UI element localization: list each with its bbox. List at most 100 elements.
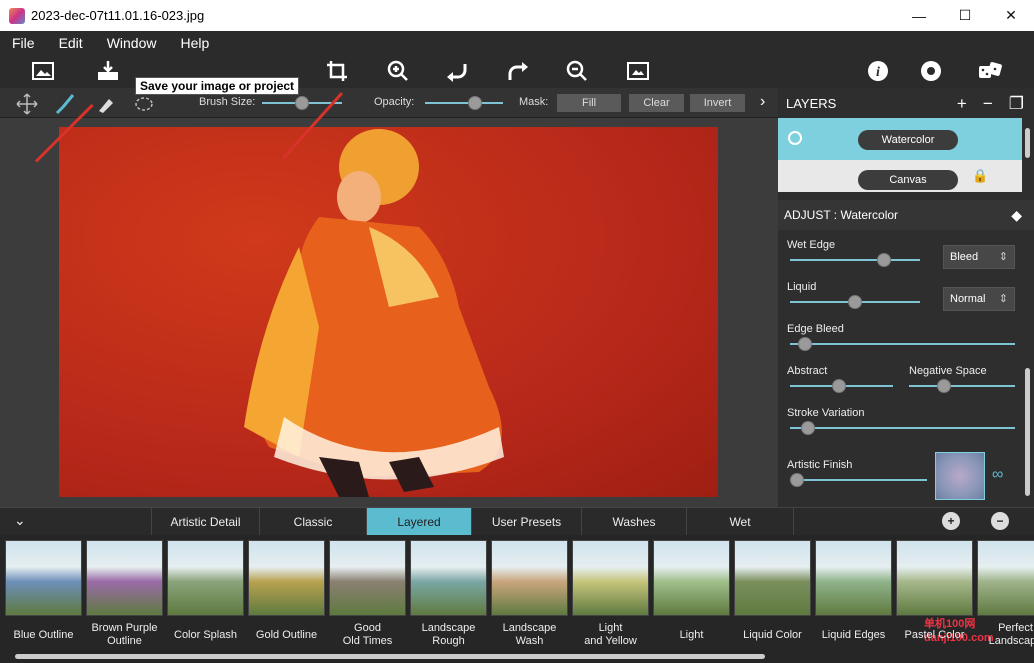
opacity-label: Opacity: [374, 96, 415, 108]
preset-thumbnail[interactable] [653, 540, 730, 616]
tab-user-presets[interactable]: User Presets [471, 508, 581, 536]
remove-layer-icon[interactable]: − [983, 94, 993, 114]
minimize-button[interactable]: — [896, 0, 942, 31]
fit-image-icon[interactable] [623, 58, 653, 84]
mask-clear-button[interactable]: Clear [629, 94, 684, 112]
menu-window[interactable]: Window [107, 35, 157, 51]
mask-invert-button[interactable]: Invert [690, 94, 745, 112]
artistic-finish-label: Artistic Finish [787, 459, 853, 471]
preset-thumbnail[interactable] [167, 540, 244, 616]
opacity-slider[interactable] [425, 96, 503, 110]
stroke-variation-slider[interactable] [790, 421, 1015, 435]
abstract-slider[interactable] [790, 379, 893, 393]
preset-thumbnail[interactable] [329, 540, 406, 616]
tab-wet[interactable]: Wet [686, 508, 794, 536]
settings-icon[interactable] [916, 58, 946, 84]
adjust-scrollbar[interactable] [1025, 368, 1030, 496]
eraser-tool-icon[interactable] [90, 91, 120, 117]
random-dice-icon[interactable] [975, 58, 1005, 84]
preset-thumbnail[interactable] [572, 540, 649, 616]
menu-edit[interactable]: Edit [59, 35, 83, 51]
options-bar: Brush Size: Opacity: Mask: Fill Clear In… [0, 88, 778, 118]
brush-tool-icon[interactable] [50, 91, 80, 117]
undo-icon[interactable] [442, 58, 472, 84]
liquid-slider[interactable] [790, 295, 920, 309]
preset-label: Liquid Color [743, 629, 802, 641]
app-icon [9, 7, 25, 24]
tab-washes[interactable]: Washes [581, 508, 686, 536]
remove-preset-icon[interactable]: − [991, 512, 1009, 530]
redo-icon[interactable] [503, 58, 533, 84]
save-tooltip: Save your image or project [135, 77, 300, 95]
wet-edge-mode-select[interactable]: Bleed [943, 245, 1015, 269]
preset-tabs-bar: ⌄ Artistic Detail Classic Layered User P… [0, 507, 1034, 536]
svg-text:i: i [876, 65, 880, 80]
brush-size-label: Brush Size: [199, 96, 256, 108]
preset-thumbnail[interactable] [734, 540, 811, 616]
negative-space-slider[interactable] [909, 379, 1015, 393]
tab-classic[interactable]: Classic [259, 508, 366, 536]
open-image-icon[interactable] [28, 58, 58, 84]
zoom-in-icon[interactable] [383, 58, 413, 84]
preset-label: Blue Outline [13, 629, 74, 641]
liquid-label: Liquid [787, 281, 817, 293]
close-button[interactable]: ✕ [988, 0, 1034, 31]
stroke-variation-label: Stroke Variation [787, 407, 865, 419]
presets-scrollbar[interactable] [15, 654, 765, 659]
preset-thumbnail[interactable] [86, 540, 163, 616]
preset-label: Brown Purple Outline [91, 622, 158, 647]
presets-icon[interactable]: ◆ [1011, 207, 1022, 224]
edge-bleed-slider[interactable] [790, 337, 1015, 351]
preset-label: Good Old Times [342, 622, 393, 647]
chevron-right-icon[interactable]: › [760, 93, 765, 111]
preset-thumbnail[interactable] [896, 540, 973, 616]
wet-edge-label: Wet Edge [787, 239, 836, 251]
preset-label: Landscape Rough [421, 622, 476, 647]
preset-thumbnail[interactable] [491, 540, 568, 616]
lock-icon[interactable]: 🔒 [972, 168, 988, 184]
preset-label: Liquid Edges [821, 629, 886, 641]
preset-label: Color Splash [174, 629, 237, 641]
wet-edge-slider[interactable] [790, 253, 920, 267]
zoom-out-icon[interactable] [562, 58, 592, 84]
maximize-button[interactable]: ☐ [942, 0, 988, 31]
duplicate-layer-icon[interactable]: ❐ [1009, 94, 1024, 114]
tab-layered[interactable]: Layered [366, 508, 471, 536]
abstract-label: Abstract [787, 365, 828, 377]
move-tool-icon[interactable] [12, 91, 42, 117]
window-title: 2023-dec-07t11.01.16-023.jpg [31, 8, 205, 23]
liquid-mode-select[interactable]: Normal [943, 287, 1015, 311]
info-icon[interactable]: i [863, 58, 893, 84]
canvas-area[interactable] [0, 118, 778, 507]
tab-artistic-detail[interactable]: Artistic Detail [151, 508, 259, 536]
mask-fill-button[interactable]: Fill [557, 94, 621, 112]
edge-bleed-label: Edge Bleed [787, 323, 844, 335]
artwork-image [59, 127, 718, 497]
crop-icon[interactable] [322, 58, 352, 84]
artistic-finish-slider[interactable] [790, 473, 927, 487]
layers-panel: LAYERS + − ❐ Watercolor Canvas 🔒 ADJUST : … [778, 88, 1034, 507]
layer-name-watercolor: Watercolor [858, 130, 958, 150]
add-layer-icon[interactable]: + [957, 94, 967, 114]
preset-label: Perfect Landscape [988, 622, 1034, 647]
preset-label: Pastel Color [904, 629, 965, 641]
layer-row-canvas[interactable]: Canvas 🔒 [778, 160, 1022, 192]
preset-thumbnail[interactable] [977, 540, 1034, 616]
preset-thumbnail[interactable] [248, 540, 325, 616]
link-icon[interactable]: ∞ [992, 466, 1003, 484]
menu-file[interactable]: File [12, 35, 35, 51]
preset-thumbnail[interactable] [410, 540, 487, 616]
layer-row-watercolor[interactable]: Watercolor [778, 118, 1022, 160]
adjust-title: ADJUST : Watercolor [784, 208, 899, 222]
layer-name-canvas: Canvas [858, 170, 958, 190]
preset-thumbnail[interactable] [815, 540, 892, 616]
layers-scrollbar[interactable] [1025, 128, 1030, 158]
save-icon[interactable] [93, 58, 123, 84]
preset-thumbnail[interactable] [5, 540, 82, 616]
negative-space-label: Negative Space [909, 365, 987, 377]
layer-visibility-toggle[interactable] [788, 131, 802, 145]
menu-help[interactable]: Help [180, 35, 209, 51]
collapse-chevron-icon[interactable]: ⌄ [14, 512, 26, 529]
add-preset-icon[interactable]: + [942, 512, 960, 530]
finish-texture-swatch[interactable] [935, 452, 985, 500]
